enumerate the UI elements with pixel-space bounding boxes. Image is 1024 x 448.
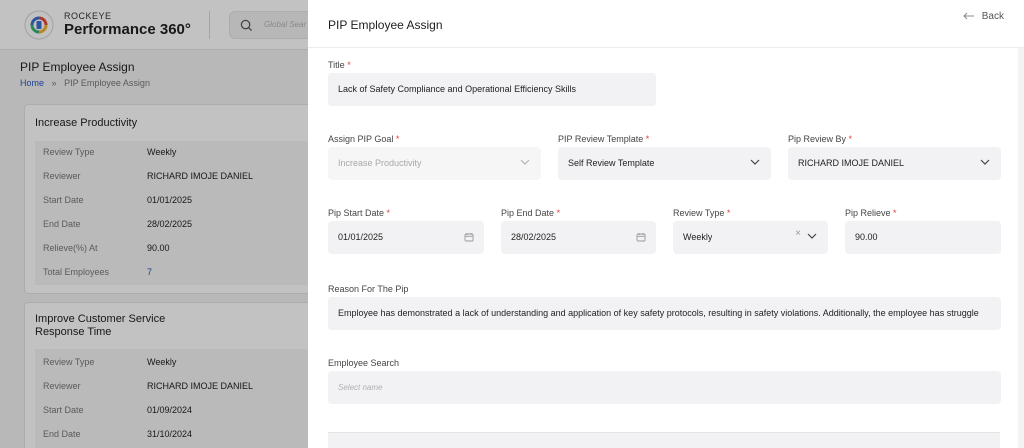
required-mark: * (645, 134, 650, 144)
required-mark: * (848, 134, 853, 144)
label-text: Employee Search (328, 358, 400, 368)
label-text: Pip End Date (501, 208, 555, 218)
calendar-icon[interactable] (464, 232, 474, 242)
label-text: Review Type (673, 208, 725, 218)
reason-value: Employee has demonstrated a lack of unde… (338, 308, 979, 318)
title-input[interactable]: Lack of Safety Compliance and Operationa… (328, 73, 656, 106)
drawer-scrollbar[interactable] (1018, 48, 1024, 448)
chevron-down-icon (750, 159, 760, 165)
chevron-down-icon (980, 159, 990, 165)
pip-review-template-select[interactable]: Self Review Template (558, 147, 771, 180)
assign-pip-goal-label: Assign PIP Goal * (328, 134, 399, 144)
review-type-label: Review Type * (673, 208, 730, 218)
pip-end-date-label: Pip End Date * (501, 208, 560, 218)
chevron-down-icon (807, 233, 817, 239)
employee-search-label: Employee Search (328, 358, 399, 368)
date-value: 28/02/2025 (511, 232, 557, 242)
pip-end-date-picker[interactable]: 28/02/2025 (501, 221, 656, 254)
required-mark: * (893, 208, 897, 218)
reason-label: Reason For The Pip (328, 284, 408, 294)
chevron-down-icon (520, 159, 530, 165)
pip-review-template-label: PIP Review Template * (558, 134, 649, 144)
label-text: Reason For The Pip (328, 284, 409, 294)
reason-textarea[interactable]: Employee has demonstrated a lack of unde… (328, 297, 1001, 330)
input-value: 90.00 (855, 232, 878, 242)
drawer-header: PIP Employee Assign Back (308, 0, 1024, 48)
calendar-icon[interactable] (636, 232, 646, 242)
required-mark: * (347, 60, 351, 70)
title-label: Title * (328, 60, 351, 70)
review-type-select[interactable]: Weekly × (673, 221, 828, 254)
pip-review-by-select[interactable]: RICHARD IMOJE DANIEL (788, 147, 1001, 180)
pip-review-by-label: Pip Review By * (788, 134, 852, 144)
select-value: RICHARD IMOJE DANIEL (798, 158, 905, 168)
label-text: Assign PIP Goal (328, 134, 394, 144)
pip-relieve-input[interactable]: 90.00 (845, 221, 1001, 254)
required-mark: * (726, 208, 731, 218)
clear-icon[interactable]: × (795, 228, 801, 239)
date-value: 01/01/2025 (338, 232, 384, 242)
employee-search-placeholder: Select name (338, 383, 383, 392)
arrow-left-icon (963, 13, 974, 20)
employee-list-header (328, 432, 1000, 448)
label-text: Pip Relieve (845, 208, 891, 218)
label-text: Pip Start Date (328, 208, 385, 218)
required-mark: * (556, 208, 561, 218)
pip-relieve-label: Pip Relieve * (845, 208, 897, 218)
select-value: Increase Productivity (338, 158, 422, 168)
modal-backdrop[interactable] (0, 0, 308, 448)
title-value: Lack of Safety Compliance and Operationa… (338, 84, 576, 94)
label-text: Pip Review By (788, 134, 847, 144)
label-text: PIP Review Template (558, 134, 644, 144)
employee-search-input[interactable]: Select name (328, 371, 1001, 404)
drawer-title: PIP Employee Assign (328, 18, 443, 32)
label-text: Title (328, 60, 345, 70)
required-mark: * (386, 208, 391, 218)
pip-assign-drawer: PIP Employee Assign Back Title * Lack of… (308, 0, 1024, 448)
pip-start-date-picker[interactable]: 01/01/2025 (328, 221, 484, 254)
select-value: Weekly (683, 232, 713, 242)
pip-start-date-label: Pip Start Date * (328, 208, 390, 218)
back-label: Back (981, 11, 1004, 22)
back-button[interactable]: Back (963, 11, 1004, 22)
select-value: Self Review Template (568, 158, 655, 168)
required-mark: * (395, 134, 400, 144)
assign-pip-goal-select[interactable]: Increase Productivity (328, 147, 541, 180)
